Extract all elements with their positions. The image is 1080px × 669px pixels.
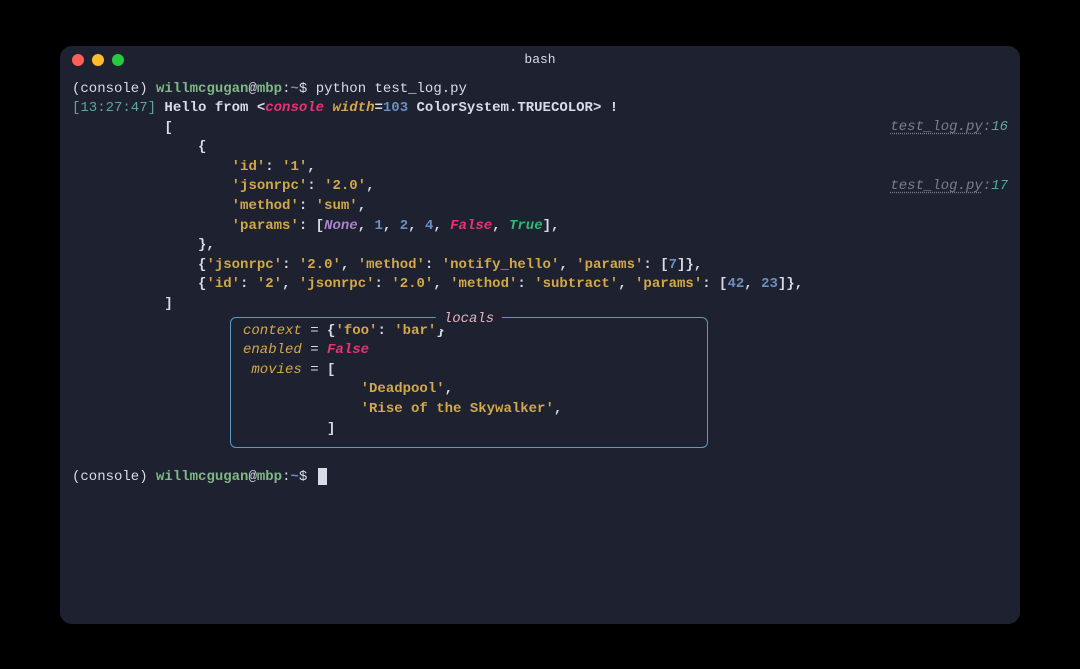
pp-line: },	[72, 236, 1008, 256]
locals-panel: locals context = {'foo': 'bar'} enabled …	[230, 317, 708, 449]
path: ~	[290, 81, 298, 97]
window-title: bash	[524, 52, 555, 67]
local-line: movies = [	[243, 361, 695, 381]
local-line: ]	[243, 420, 695, 440]
source-link[interactable]: test_log.py	[890, 119, 982, 135]
pp-line: {'id': '2', 'jsonrpc': '2.0', 'method': …	[72, 275, 1008, 295]
command: python test_log.py	[316, 81, 467, 97]
local-line: 'Rise of the Skywalker',	[243, 400, 695, 420]
source-line: 16	[991, 119, 1008, 135]
panel-title: locals	[436, 310, 502, 330]
local-line: enabled = False	[243, 341, 695, 361]
source-line: 17	[991, 178, 1008, 194]
panel-border: context = {'foo': 'bar'} enabled = False…	[230, 317, 708, 449]
terminal-body[interactable]: test_log.py:16 test_log.py:17 (console) …	[60, 74, 1020, 624]
host: mbp	[257, 81, 282, 97]
minimize-icon[interactable]	[92, 54, 104, 66]
maximize-icon[interactable]	[112, 54, 124, 66]
prompt-line: (console) willmcgugan@mbp:~$ python test…	[72, 80, 1008, 100]
terminal-window: bash test_log.py:16 test_log.py:17 (cons…	[60, 46, 1020, 624]
titlebar: bash	[60, 46, 1020, 74]
source-links: test_log.py:16 test_log.py:17	[823, 99, 1008, 217]
pp-line: {'jsonrpc': '2.0', 'method': 'notify_hel…	[72, 256, 1008, 276]
local-line: 'Deadpool',	[243, 380, 695, 400]
timestamp: [13:27:47]	[72, 100, 156, 116]
pp-line: 'params': [None, 1, 2, 4, False, True],	[72, 217, 1008, 237]
venv: (console)	[72, 81, 148, 97]
source-link[interactable]: test_log.py	[890, 178, 982, 194]
pp-line: ]	[72, 295, 1008, 315]
close-icon[interactable]	[72, 54, 84, 66]
cursor-icon	[318, 468, 327, 485]
user: willmcgugan	[156, 81, 248, 97]
traffic-lights	[72, 54, 124, 66]
prompt-line: (console) willmcgugan@mbp:~$	[72, 468, 1008, 488]
